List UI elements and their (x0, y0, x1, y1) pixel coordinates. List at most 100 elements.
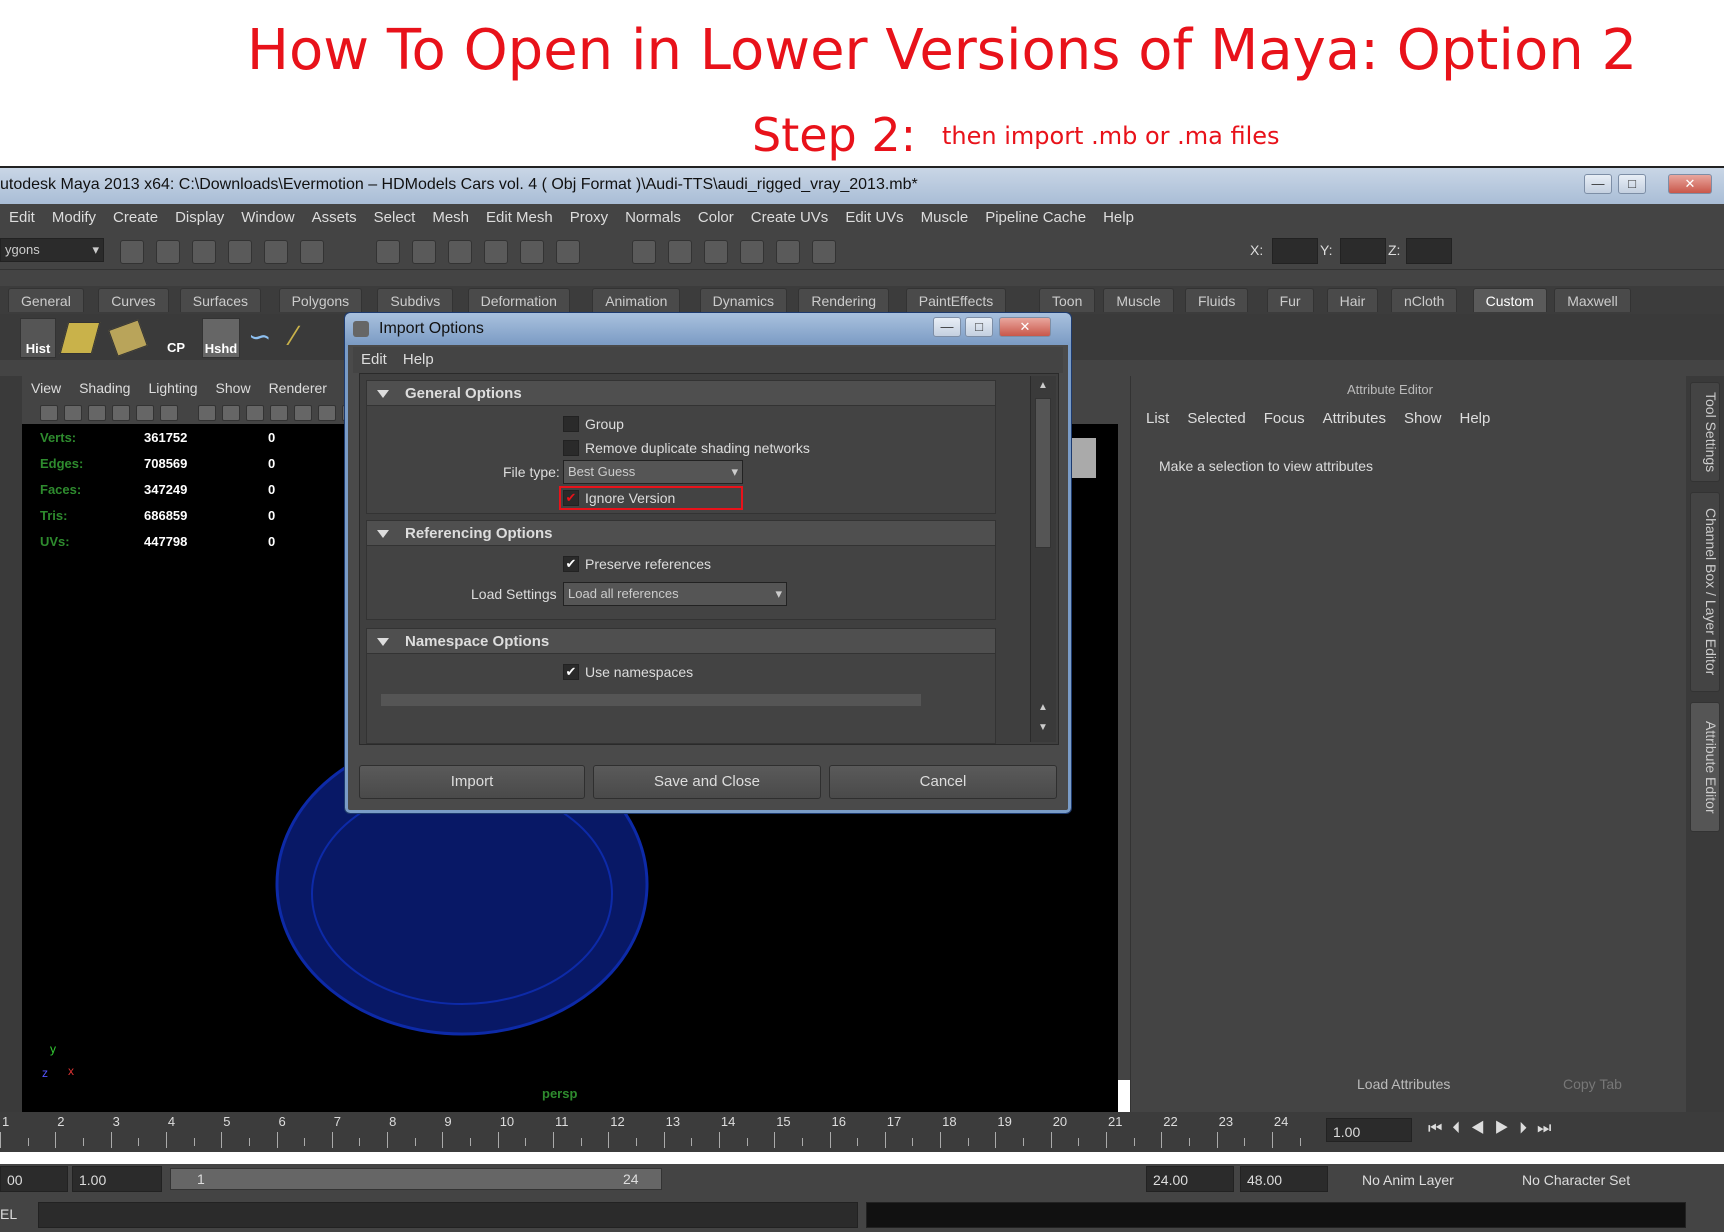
panel-tool-icon[interactable] (136, 405, 154, 421)
tab-channel-box[interactable]: Channel Box / Layer Editor (1690, 492, 1720, 692)
panel-tool-icon[interactable] (294, 405, 312, 421)
dialog-menu-edit[interactable]: Edit (353, 347, 395, 368)
shelf-tab-subdivs[interactable]: Subdivs (377, 288, 454, 312)
panel-menu-show[interactable]: Show (207, 376, 260, 396)
hshd-shelf-button[interactable]: Hshd (202, 318, 240, 358)
new-scene-icon[interactable] (120, 240, 144, 264)
shelf-tab-toon[interactable]: Toon (1039, 288, 1096, 312)
panel-menu-shading[interactable]: Shading (70, 376, 139, 396)
shelf-tab-polygons[interactable]: Polygons (278, 288, 363, 312)
shelf-tab-general[interactable]: General (8, 288, 84, 312)
playback-end-field[interactable]: 24.00 (1146, 1166, 1234, 1192)
attr-menu-selected[interactable]: Selected (1187, 410, 1245, 427)
menu-create-uvs[interactable]: Create UVs (742, 204, 837, 226)
close-button[interactable]: ✕ (1668, 174, 1712, 194)
shelf-tab-painteffects[interactable]: PaintEffects (905, 288, 1007, 312)
shelf-tab-maxwell[interactable]: Maxwell (1554, 288, 1631, 312)
anim-start-field[interactable]: 00 (0, 1166, 68, 1192)
panel-tool-icon[interactable] (64, 405, 82, 421)
attr-menu-show[interactable]: Show (1404, 410, 1442, 427)
scroll-up-icon[interactable]: ▲ (1035, 380, 1051, 394)
menu-modify[interactable]: Modify (43, 204, 104, 226)
options-scrollbar[interactable]: ▲ ▲ ▼ (1030, 376, 1056, 742)
menu-edit-mesh[interactable]: Edit Mesh (477, 204, 561, 226)
snap-curve-icon[interactable] (448, 240, 472, 264)
lock-icon[interactable] (376, 240, 400, 264)
cube-icon[interactable] (108, 319, 148, 357)
remove-duplicate-checkbox[interactable] (563, 440, 579, 456)
ignore-version-checkbox[interactable]: ✔ (563, 490, 579, 506)
menu-pipeline-cache[interactable]: Pipeline Cache (976, 204, 1094, 226)
panel-tool-icon[interactable] (112, 405, 130, 421)
panel-menu-renderer[interactable]: Renderer (260, 376, 336, 396)
menu-select[interactable]: Select (365, 204, 424, 226)
menu-edit[interactable]: Edit (0, 204, 43, 226)
scroll-up-icon[interactable]: ▲ (1035, 702, 1051, 716)
use-namespaces-checkbox[interactable]: ✔ (563, 664, 579, 680)
shelf-tab-rendering[interactable]: Rendering (798, 288, 889, 312)
pencil-curve-icon[interactable]: ∕ (292, 320, 328, 356)
render-icon[interactable] (668, 240, 692, 264)
shelf-tab-animation[interactable]: Animation (592, 288, 681, 312)
panel-menu-view[interactable]: View (22, 376, 70, 396)
shelf-tab-fluids[interactable]: Fluids (1185, 288, 1249, 312)
mode-dropdown[interactable]: ygons ▾ (0, 238, 104, 262)
shelf-tab-ncloth[interactable]: nCloth (1391, 288, 1458, 312)
save-scene-icon[interactable] (192, 240, 216, 264)
cancel-button[interactable]: Cancel (829, 765, 1057, 799)
y-field[interactable] (1340, 238, 1386, 264)
shelf-tab-muscle[interactable]: Muscle (1103, 288, 1174, 312)
z-field[interactable] (1406, 238, 1452, 264)
shelf-tab-custom[interactable]: Custom (1472, 288, 1547, 312)
menu-proxy[interactable]: Proxy (561, 204, 616, 226)
hist-shelf-button[interactable]: Hist (20, 318, 56, 358)
curve-icon[interactable]: ∽ (248, 320, 284, 356)
range-slider-bar[interactable]: 1 24 (170, 1168, 662, 1190)
dialog-menu-help[interactable]: Help (395, 347, 442, 368)
scroll-thumb[interactable] (1035, 398, 1051, 548)
anim-layer-dropdown[interactable]: No Anim Layer (1362, 1172, 1454, 1188)
input-line-icon[interactable] (812, 240, 836, 264)
panel-tool-icon[interactable] (88, 405, 106, 421)
select-hierarchy-icon[interactable] (228, 240, 252, 264)
attr-menu-attributes[interactable]: Attributes (1323, 410, 1386, 427)
group-checkbox[interactable] (563, 416, 579, 432)
render-settings-icon[interactable] (740, 240, 764, 264)
panel-tool-icon[interactable] (222, 405, 240, 421)
menu-color[interactable]: Color (689, 204, 742, 226)
menu-assets[interactable]: Assets (303, 204, 365, 226)
plane-icon[interactable] (59, 322, 101, 354)
panel-tool-icon[interactable] (160, 405, 178, 421)
shelf-tab-dynamics[interactable]: Dynamics (699, 288, 788, 312)
panel-tool-icon[interactable] (246, 405, 264, 421)
attr-menu-list[interactable]: List (1146, 410, 1169, 427)
character-set-dropdown[interactable]: No Character Set (1522, 1172, 1630, 1188)
menu-normals[interactable]: Normals (616, 204, 689, 226)
tab-attribute-editor[interactable]: Attribute Editor (1690, 702, 1720, 832)
namespace-options-header[interactable]: Namespace Options (366, 628, 996, 654)
menu-help[interactable]: Help (1094, 204, 1142, 226)
tab-tool-settings[interactable]: Tool Settings (1690, 382, 1720, 482)
dialog-maximize-button[interactable]: □ (965, 317, 993, 337)
anim-end-field[interactable]: 48.00 (1240, 1166, 1328, 1192)
menu-create[interactable]: Create (104, 204, 166, 226)
panel-tool-icon[interactable] (198, 405, 216, 421)
general-options-header[interactable]: General Options (366, 380, 996, 406)
menu-edit-uvs[interactable]: Edit UVs (836, 204, 911, 226)
preserve-references-checkbox[interactable]: ✔ (563, 556, 579, 572)
playback-controls[interactable]: ⏮⏴◀▶⏵⏭ (1428, 1120, 1561, 1138)
snap-point-icon[interactable] (484, 240, 508, 264)
import-button[interactable]: Import (359, 765, 585, 799)
dialog-close-button[interactable]: ✕ (999, 317, 1051, 337)
mel-input[interactable] (38, 1202, 858, 1228)
snap-live-icon[interactable] (556, 240, 580, 264)
shelf-tab-surfaces[interactable]: Surfaces (179, 288, 262, 312)
open-scene-icon[interactable] (156, 240, 180, 264)
scroll-down-icon[interactable]: ▼ (1035, 722, 1051, 736)
history-icon[interactable] (632, 240, 656, 264)
panel-tool-icon[interactable] (318, 405, 336, 421)
attr-menu-help[interactable]: Help (1459, 410, 1490, 427)
dialog-minimize-button[interactable]: — (933, 317, 961, 337)
load-settings-dropdown[interactable]: Load all references ▾ (563, 582, 787, 606)
panel-tool-icon[interactable] (270, 405, 288, 421)
